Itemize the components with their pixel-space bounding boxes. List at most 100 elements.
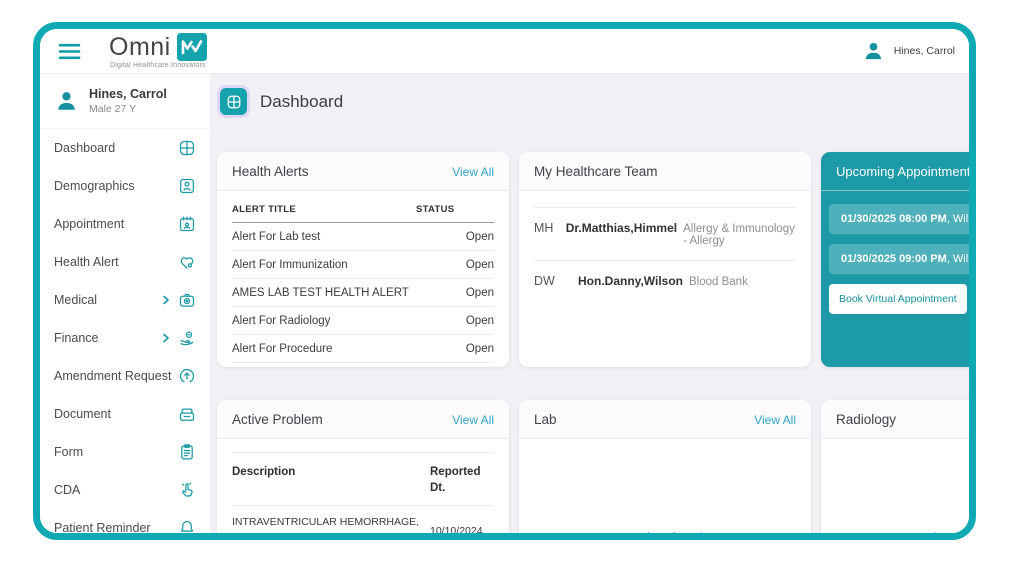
sidebar-item-label: Document xyxy=(54,407,111,421)
upload-circle-icon xyxy=(178,367,196,385)
medical-camera-icon xyxy=(178,291,196,309)
sidebar-item[interactable]: Form xyxy=(40,433,210,471)
sidebar-item[interactable]: CDA xyxy=(40,471,210,509)
book-virtual-appointment-button[interactable]: Book Virtual Appointment xyxy=(829,284,967,314)
brand-name: Omni xyxy=(109,32,171,61)
active-problem-card: Active Problem View All Description Repo… xyxy=(217,400,509,540)
card-title: Upcoming Appointments xyxy=(836,164,969,179)
alert-status: Open xyxy=(465,258,494,271)
sidebar-patient-info[interactable]: Hines, Carrol Male 27 Y xyxy=(40,74,210,129)
app-window: Omni Digital Healthcare Innovators Hines… xyxy=(33,22,976,540)
sidebar-item-label: Health Alert xyxy=(54,255,119,269)
alert-status: Open xyxy=(465,342,494,355)
member-specialty: Blood Bank xyxy=(689,276,748,288)
problem-reported-date: 10/10/2024 xyxy=(430,524,483,537)
patient-meta: Male 27 Y xyxy=(89,103,137,115)
sidebar-item-label: Appointment xyxy=(54,217,125,231)
upcoming-appointments-card: Upcoming Appointments 01/30/2025 08:00 P… xyxy=(821,152,969,367)
appointment-datetime: 01/30/2025 09:00 PM xyxy=(841,253,947,265)
card-title: Health Alerts xyxy=(232,164,309,179)
page-title: Dashboard xyxy=(220,88,969,115)
alert-row[interactable]: Alert For Procedure Open xyxy=(232,335,494,363)
column-alert-title: ALERT TITLE xyxy=(232,204,296,215)
sidebar-item-label: Amendment Request xyxy=(54,369,172,383)
card-title: Active Problem xyxy=(232,412,323,427)
sidebar-item[interactable]: Finance xyxy=(40,319,210,357)
hand-click-icon xyxy=(178,481,196,499)
sidebar-item[interactable]: Document xyxy=(40,395,210,433)
sidebar-item[interactable]: Dashboard xyxy=(40,129,210,167)
appointment-attendee: , Wilson, Danny xyxy=(946,253,969,265)
health-alerts-card: Health Alerts View All ALERT TITLE STATU… xyxy=(217,152,509,367)
main-content: Dashboard Health Alerts View All ALERT T… xyxy=(211,74,969,540)
member-initials: DW xyxy=(534,274,555,288)
column-description: Description xyxy=(232,466,296,478)
radiology-card: Radiology No data found. xyxy=(821,400,969,540)
card-title: My Healthcare Team xyxy=(534,164,658,179)
member-name: Dr.Matthias,Himmel xyxy=(565,221,678,235)
sidebar-item[interactable]: Appointment xyxy=(40,205,210,243)
problem-description: INTRAVENTRICULAR HEMORRHAGE, GRADE 3, OF… xyxy=(232,516,420,540)
alert-row[interactable]: Alert For Lab test Open xyxy=(232,223,494,251)
sidebar-item-label: Demographics xyxy=(54,179,135,193)
appointment-item[interactable]: 01/30/2025 08:00 PM, Wilson, Danny xyxy=(829,204,969,234)
sidebar-item-label: CDA xyxy=(54,483,81,497)
dashboard-grid-icon xyxy=(178,139,196,157)
alert-title: Alert For Lab test xyxy=(232,230,321,243)
finance-hand-icon xyxy=(178,329,196,347)
member-specialty: Allergy & Immunology - Allergy xyxy=(683,223,795,247)
health-alerts-view-all-link[interactable]: View All xyxy=(452,165,494,179)
member-initials: MH xyxy=(534,221,554,235)
column-status: STATUS xyxy=(416,204,455,215)
sidebar-item-label: Dashboard xyxy=(54,141,116,155)
alert-row[interactable]: Alert For Radiology Open xyxy=(232,307,494,335)
problem-row[interactable]: INTRAVENTRICULAR HEMORRHAGE, GRADE 3, OF… xyxy=(232,506,494,540)
alerts-table-header: ALERT TITLE STATUS xyxy=(232,191,494,223)
brand-tagline: Digital Healthcare Innovators xyxy=(110,62,206,69)
id-card-icon xyxy=(178,177,196,195)
sidebar-item-label: Finance xyxy=(54,331,99,345)
appointment-datetime: 01/30/2025 08:00 PM xyxy=(841,213,947,225)
sidebar-item-label: Patient Reminder xyxy=(54,521,151,535)
clipboard-icon xyxy=(178,443,196,461)
calendar-icon xyxy=(178,215,196,233)
problem-table-header: Description Reported Dt. xyxy=(232,452,494,507)
sidebar-item[interactable]: Amendment Request xyxy=(40,357,210,395)
chevron-right-icon xyxy=(161,295,171,305)
card-title: Lab xyxy=(534,412,557,427)
lab-card: Lab View All No data found. xyxy=(519,400,811,540)
radiology-empty-state: No data found. xyxy=(909,531,969,540)
brand-logo: Omni Digital Healthcare Innovators xyxy=(109,33,207,69)
sidebar-item[interactable]: Medical xyxy=(40,281,210,319)
alert-row[interactable]: Alert For Immunization Open xyxy=(232,251,494,279)
user-menu[interactable]: Hines, Carrol xyxy=(861,39,955,64)
sidebar-item-label: Form xyxy=(54,445,84,459)
team-member-row[interactable]: DW Hon.Danny,Wilson Blood Bank xyxy=(534,260,796,301)
bell-icon xyxy=(178,519,196,533)
sidebar-item[interactable]: Patient Reminder xyxy=(40,509,210,535)
appointment-attendee: , Wilson, Danny xyxy=(946,213,969,225)
sidebar: Hines, Carrol Male 27 Y Dashboard Demogr… xyxy=(40,74,211,535)
lab-view-all-link[interactable]: View All xyxy=(754,413,796,427)
sidebar-menu: Dashboard Demographics Appointment Healt… xyxy=(40,129,210,535)
active-problem-view-all-link[interactable]: View All xyxy=(452,413,494,427)
chevron-right-icon xyxy=(161,333,171,343)
lab-empty-state: No data found. xyxy=(623,531,706,540)
member-name: Hon.Danny,Wilson xyxy=(578,274,683,288)
alert-row[interactable]: AMES LAB TEST HEALTH ALERT Open xyxy=(232,279,494,307)
healthcare-team-card: My Healthcare Team MH Dr.Matthias,Himmel… xyxy=(519,152,811,367)
brand-m-check-icon xyxy=(176,33,207,61)
appointment-item[interactable]: 01/30/2025 09:00 PM, Wilson, Danny xyxy=(829,244,969,274)
alert-title: AMES LAB TEST HEALTH ALERT xyxy=(232,286,409,299)
patient-avatar-icon xyxy=(53,88,80,115)
team-member-row[interactable]: MH Dr.Matthias,Himmel Allergy & Immunolo… xyxy=(534,207,796,260)
sidebar-item[interactable]: Health Alert xyxy=(40,243,210,281)
alert-status: Open xyxy=(465,230,494,243)
alert-title: Alert For Procedure xyxy=(232,342,333,355)
sidebar-item[interactable]: Demographics xyxy=(40,167,210,205)
card-title: Radiology xyxy=(836,412,897,427)
sidebar-item-label: Medical xyxy=(54,293,98,307)
hamburger-menu-icon[interactable] xyxy=(58,43,81,60)
top-bar: Omni Digital Healthcare Innovators Hines… xyxy=(40,29,969,74)
document-tray-icon xyxy=(178,405,196,423)
